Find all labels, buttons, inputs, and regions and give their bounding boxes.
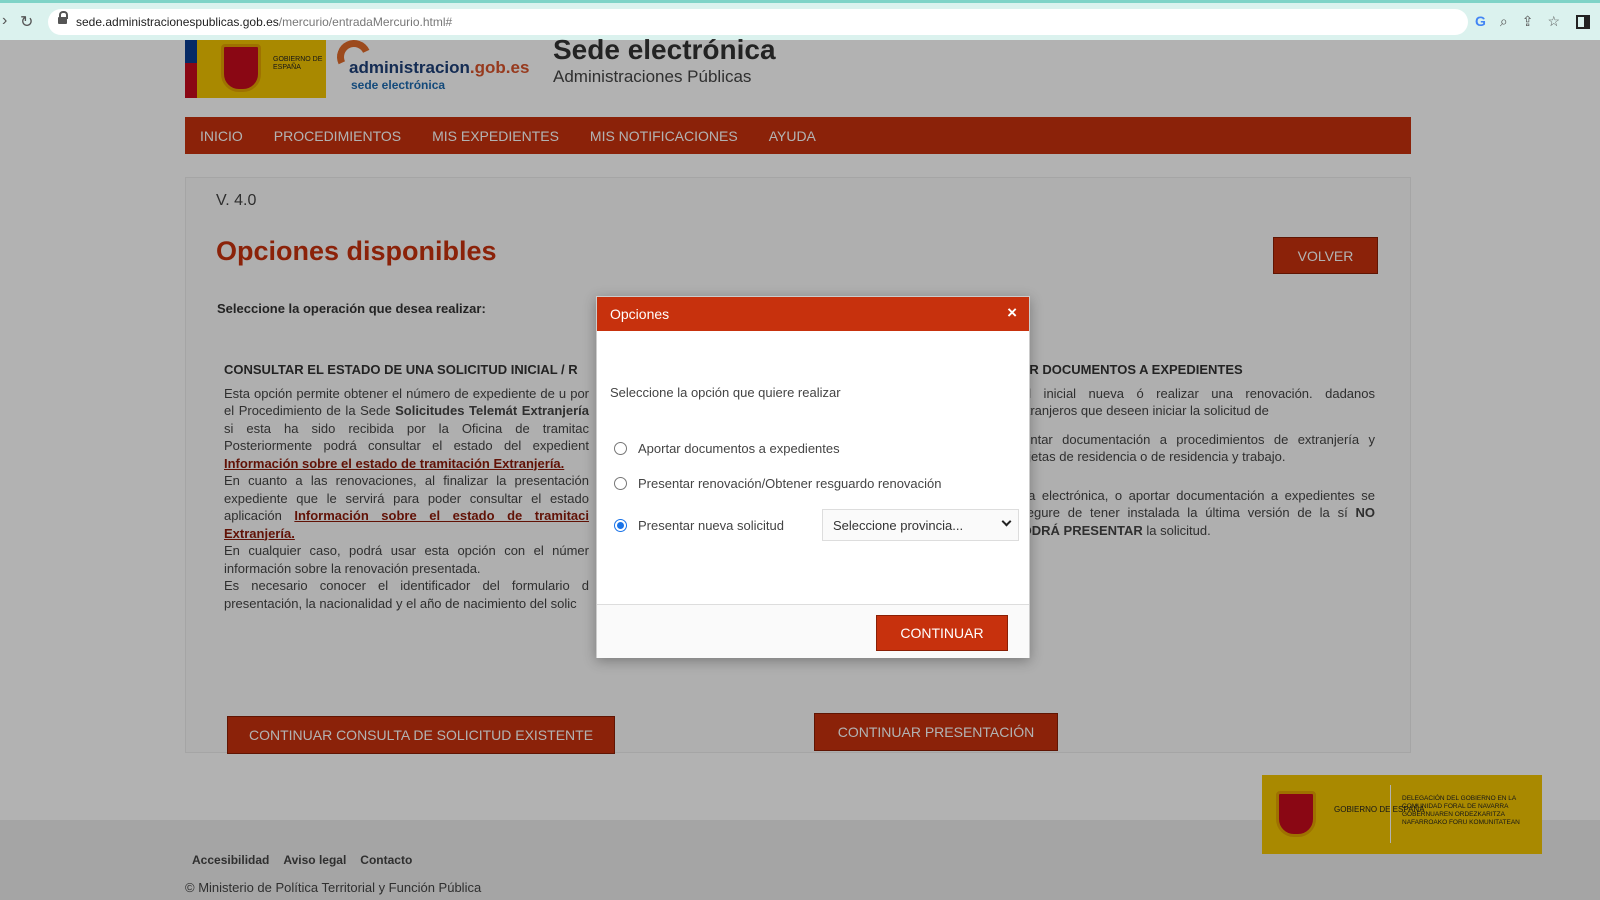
url-path: /mercurio/entradaMercurio.html# [278, 15, 453, 29]
radio-aportar-documentos[interactable] [614, 442, 627, 455]
chevron-down-icon [1001, 516, 1012, 527]
google-icon[interactable]: G [1475, 13, 1486, 30]
side-panel-icon[interactable] [1576, 15, 1590, 29]
dialog-body: Seleccione la opción que quiere realizar… [597, 331, 1029, 604]
radio-presentar-renovacion[interactable] [614, 477, 627, 490]
option-presentar-renovacion[interactable]: Presentar renovación/Obtener resguardo r… [614, 476, 942, 491]
browser-toolbar: › ↻ sede.administracionespublicas.gob.es… [0, 0, 1600, 40]
lock-icon[interactable] [58, 11, 68, 26]
back-icon[interactable]: › [2, 12, 7, 30]
province-select[interactable]: Seleccione provincia... [822, 509, 1019, 541]
dialog-prompt: Seleccione la opción que quiere realizar [610, 385, 841, 400]
url-text[interactable]: sede.administracionespublicas.gob.es/mer… [76, 15, 452, 29]
option-presentar-nueva-solicitud[interactable]: Presentar nueva solicitud [614, 518, 784, 533]
opciones-dialog: Opciones × Seleccione la opción que quie… [596, 296, 1030, 658]
dialog-title: Opciones [610, 306, 670, 322]
continuar-button[interactable]: CONTINUAR [876, 615, 1008, 651]
share-icon[interactable]: ⇪ [1522, 13, 1534, 30]
browser-actions: G ⌕ ⇪ ☆ [1475, 13, 1560, 30]
radio-presentar-nueva-solicitud[interactable] [614, 519, 627, 532]
reload-icon[interactable]: ↻ [20, 12, 33, 32]
close-icon[interactable]: × [1007, 303, 1017, 323]
url-domain: sede.administracionespublicas.gob.es [76, 15, 279, 29]
option-label: Aportar documentos a expedientes [638, 441, 840, 456]
option-label: Presentar nueva solicitud [638, 518, 784, 533]
address-bar[interactable]: sede.administracionespublicas.gob.es/mer… [48, 9, 1468, 35]
dialog-header: Opciones × [597, 297, 1029, 331]
zoom-icon[interactable]: ⌕ [1500, 13, 1508, 30]
bookmark-star-icon[interactable]: ☆ [1547, 13, 1560, 30]
option-aportar-documentos[interactable]: Aportar documentos a expedientes [614, 441, 840, 456]
dialog-footer: CONTINUAR [597, 604, 1029, 658]
province-select-value: Seleccione provincia... [833, 517, 964, 533]
option-label: Presentar renovación/Obtener resguardo r… [638, 476, 942, 491]
